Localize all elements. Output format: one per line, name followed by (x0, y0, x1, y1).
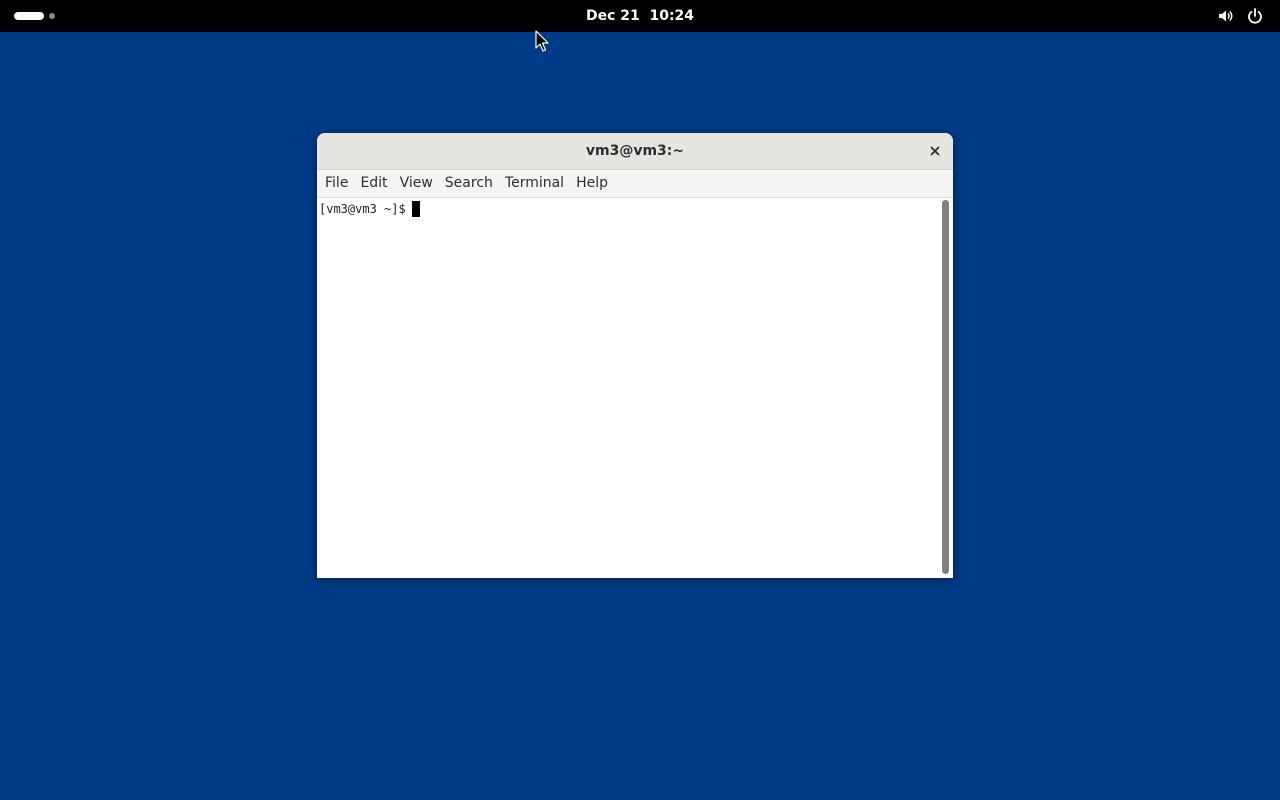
menu-search[interactable]: Search (439, 170, 499, 197)
terminal-window[interactable]: vm3@vm3:~ File Edit View Search Terminal… (317, 133, 953, 578)
menu-bar: File Edit View Search Terminal Help (317, 170, 953, 198)
text-cursor (411, 201, 420, 217)
scrollbar-thumb[interactable] (942, 200, 949, 574)
activities-button[interactable] (14, 11, 58, 21)
menu-help[interactable]: Help (570, 170, 614, 197)
workspace-indicator-inactive (49, 13, 55, 19)
shell-prompt: [vm3@vm3 ~]$ (319, 202, 406, 216)
terminal-output[interactable]: [vm3@vm3 ~]$ (317, 198, 939, 578)
menu-view[interactable]: View (394, 170, 439, 197)
top-bar: Dec 21 10:24 (0, 0, 1280, 32)
menu-edit[interactable]: Edit (354, 170, 393, 197)
volume-icon[interactable] (1217, 7, 1235, 25)
close-icon (930, 146, 940, 156)
workspace-indicator-active (14, 12, 44, 20)
window-title: vm3@vm3:~ (585, 143, 685, 159)
power-icon[interactable] (1246, 7, 1264, 25)
close-button[interactable] (925, 141, 945, 161)
scrollbar[interactable] (939, 198, 953, 578)
prompt-line: [vm3@vm3 ~]$ (319, 201, 420, 217)
clock[interactable]: Dec 21 10:24 (540, 0, 740, 32)
window-titlebar[interactable]: vm3@vm3:~ (317, 133, 953, 170)
mouse-pointer-icon (535, 30, 551, 54)
menu-file[interactable]: File (319, 170, 354, 197)
menu-terminal[interactable]: Terminal (499, 170, 570, 197)
